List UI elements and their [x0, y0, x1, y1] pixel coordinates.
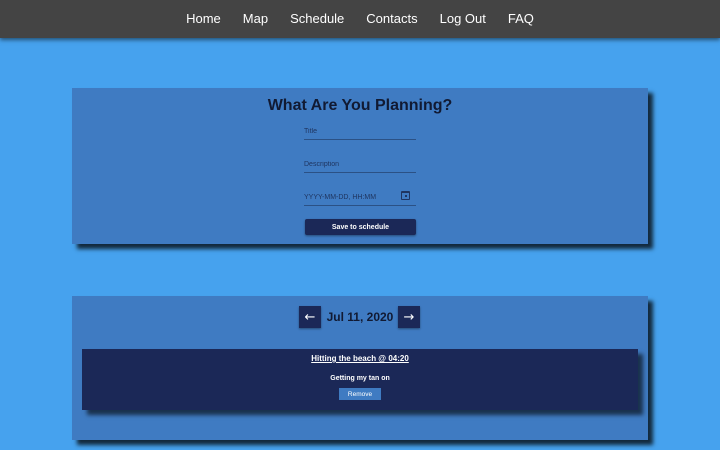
datetime-input[interactable]: [304, 188, 416, 207]
calendar-icon[interactable]: [401, 191, 410, 200]
event-item: Hitting the beach @ 04:20 Getting my tan…: [82, 349, 638, 410]
current-date: Jul 11, 2020: [326, 310, 394, 324]
nav-home-link[interactable]: Home: [186, 0, 221, 38]
next-day-button[interactable]: →: [398, 306, 420, 328]
title-input[interactable]: [304, 122, 416, 141]
event-description: Getting my tan on: [330, 375, 390, 382]
plan-card: What Are You Planning? Save to schedule: [72, 88, 648, 244]
description-input[interactable]: [304, 155, 416, 174]
nav-logout-link[interactable]: Log Out: [440, 0, 486, 38]
save-to-schedule-button[interactable]: Save to schedule: [305, 219, 416, 235]
plan-heading: What Are You Planning?: [267, 97, 453, 114]
schedule-card: ← Jul 11, 2020 → Hitting the beach @ 04:…: [72, 296, 648, 440]
previous-day-button[interactable]: ←: [299, 306, 321, 328]
event-title-link[interactable]: Hitting the beach @ 04:20: [82, 354, 638, 363]
description-field-wrapper: [304, 153, 416, 174]
nav-schedule-link[interactable]: Schedule: [290, 0, 344, 38]
remove-event-button[interactable]: Remove: [339, 388, 381, 400]
arrow-left-icon: ←: [304, 309, 316, 325]
arrow-right-icon: →: [403, 309, 415, 325]
nav-map-link[interactable]: Map: [243, 0, 268, 38]
title-field-wrapper: [304, 120, 416, 141]
nav-faq-link[interactable]: FAQ: [508, 0, 534, 38]
top-nav: Home Map Schedule Contacts Log Out FAQ: [0, 0, 720, 38]
nav-contacts-link[interactable]: Contacts: [366, 0, 417, 38]
datetime-field-wrapper: [304, 186, 416, 207]
